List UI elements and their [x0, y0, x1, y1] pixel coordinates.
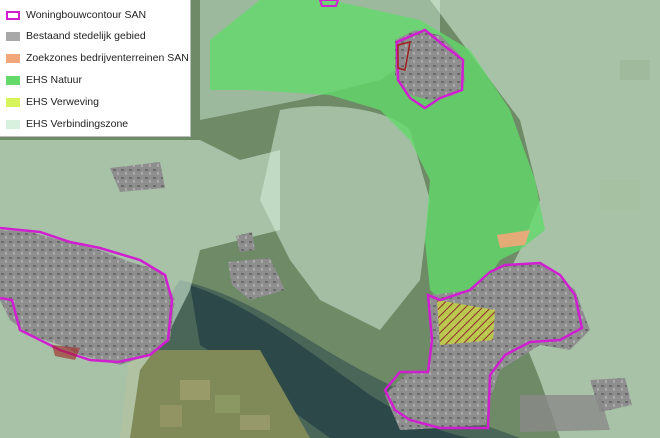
- legend-swatch: [6, 53, 20, 63]
- map-legend: Woningbouwcontour SAN Bestaand stedelijk…: [0, 0, 191, 137]
- legend-label: Zoekzones bedrijventerreinen SAN: [26, 52, 189, 64]
- legend-item-ehs-verweving: EHS Verweving: [6, 95, 99, 109]
- legend-label: Woningbouwcontour SAN: [26, 9, 147, 21]
- legend-swatch-outline: [6, 10, 20, 20]
- legend-item-woningbouwcontour: Woningbouwcontour SAN: [6, 8, 146, 22]
- legend-label: EHS Verweving: [26, 96, 99, 108]
- legend-label: EHS Natuur: [26, 74, 83, 86]
- legend-item-ehs-verbindingszone: EHS Verbindingszone: [6, 117, 128, 131]
- urban-south-industrial: [520, 395, 610, 432]
- legend-label: EHS Verbindingszone: [26, 118, 129, 130]
- legend-item-zoekzones: Zoekzones bedrijventerreinen SAN: [6, 51, 189, 65]
- legend-swatch: [6, 97, 20, 107]
- legend-label: Bestaand stedelijk gebied: [26, 30, 146, 42]
- legend-swatch: [6, 75, 20, 85]
- legend-swatch: [6, 119, 20, 129]
- legend-item-ehs-natuur: EHS Natuur: [6, 73, 82, 87]
- map-view[interactable]: Woningbouwcontour SAN Bestaand stedelijk…: [0, 0, 660, 438]
- legend-swatch: [6, 31, 20, 41]
- legend-item-bestaand-stedelijk: Bestaand stedelijk gebied: [6, 29, 146, 43]
